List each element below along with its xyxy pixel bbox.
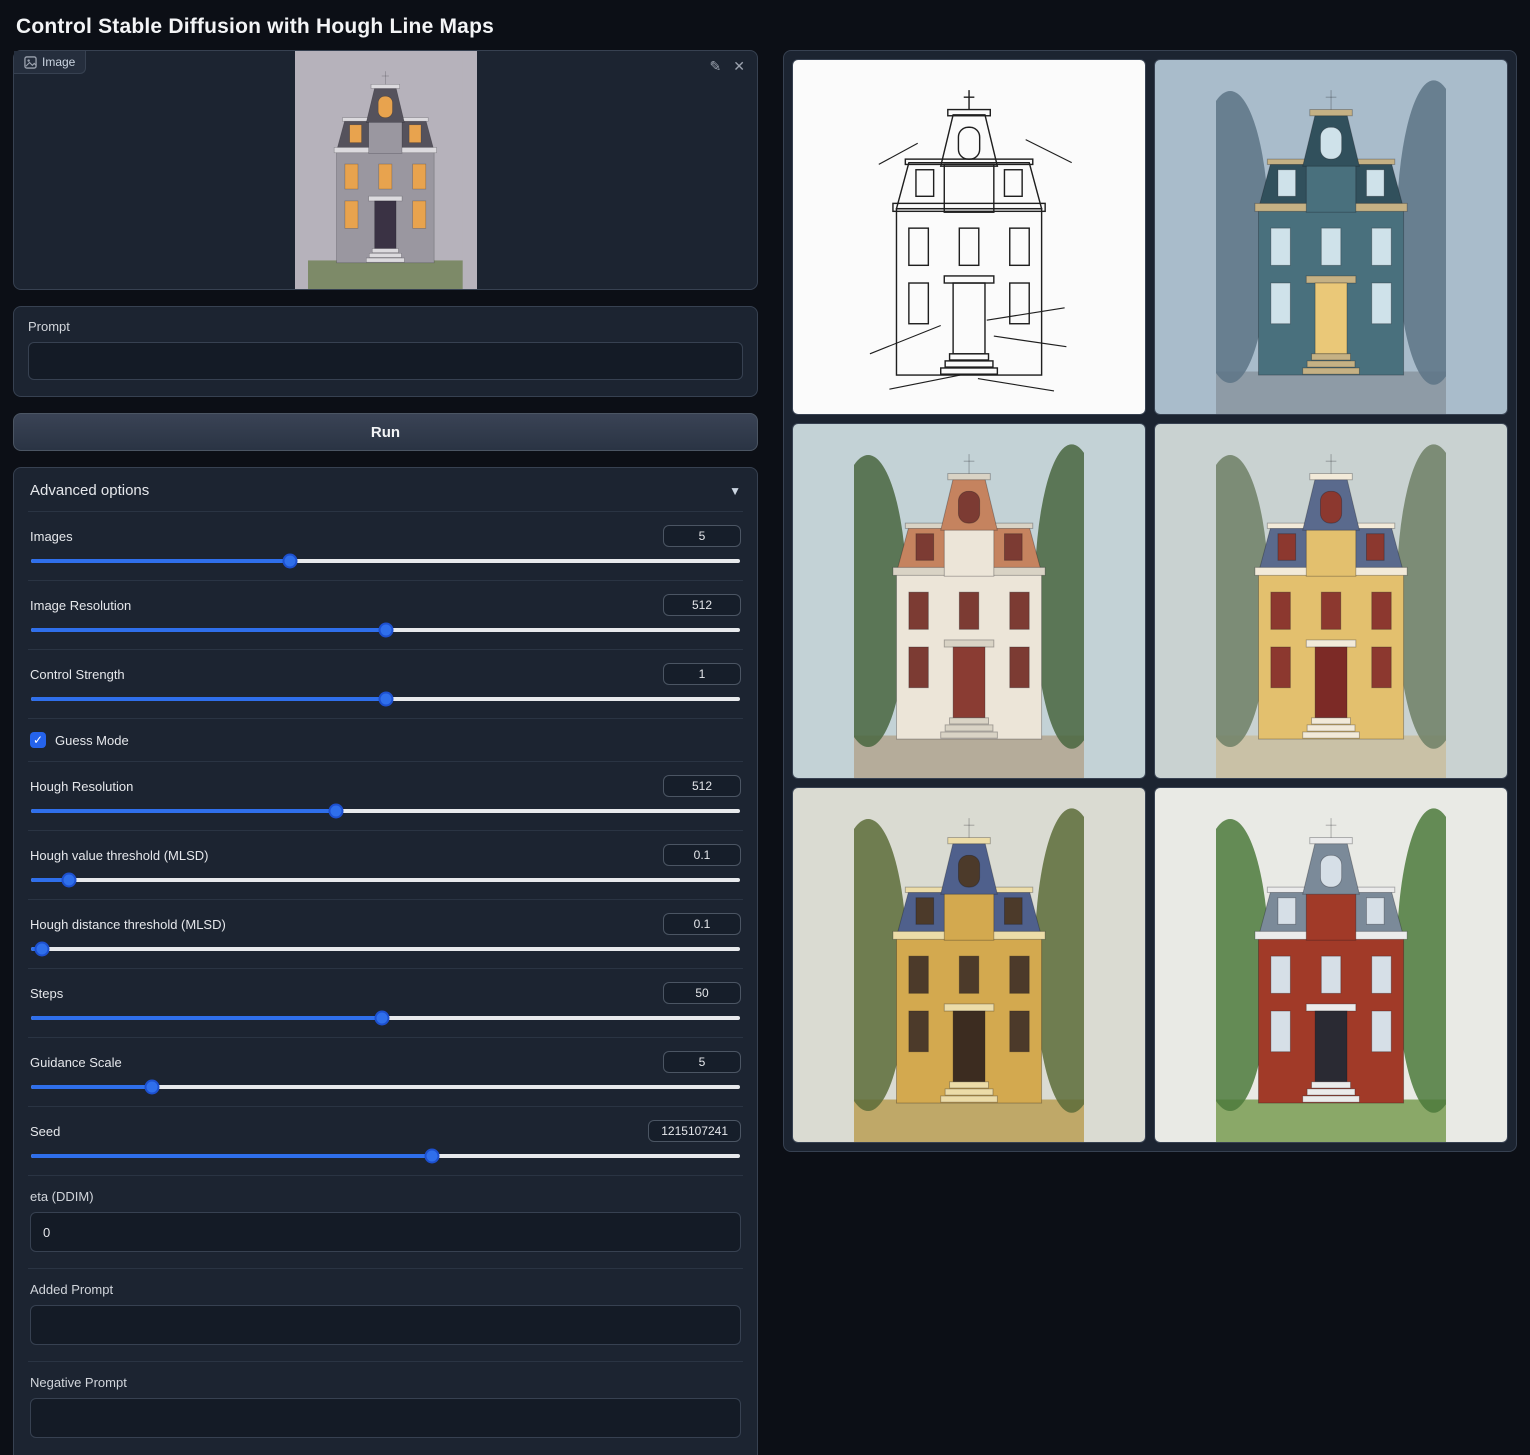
- slider-thumb[interactable]: [425, 1149, 440, 1164]
- gallery-item-result-3[interactable]: [1154, 423, 1508, 779]
- added-prompt-input[interactable]: [30, 1305, 741, 1345]
- advanced-options-title: Advanced options: [30, 482, 149, 499]
- image-icon: [24, 56, 37, 69]
- slider-thumb[interactable]: [35, 942, 50, 957]
- slider-value[interactable]: 0.1: [663, 844, 741, 866]
- slider-thumb[interactable]: [378, 692, 393, 707]
- slider-track[interactable]: [31, 1016, 740, 1020]
- slider-label: Images: [30, 529, 73, 544]
- slider-seed: Seed 1215107241: [28, 1106, 743, 1175]
- advanced-options: Advanced options ▼ Images 5 Image R: [13, 467, 758, 1455]
- chevron-down-icon[interactable]: ▼: [729, 484, 741, 498]
- eta-input[interactable]: [30, 1212, 741, 1252]
- image-input-label: Image: [14, 51, 86, 74]
- slider-label: Hough Resolution: [30, 779, 133, 794]
- clear-image-icon[interactable]: ✕: [733, 59, 745, 73]
- slider-images: Images 5: [28, 511, 743, 580]
- slider-thumb[interactable]: [282, 554, 297, 569]
- negative-prompt-field: Negative Prompt: [28, 1361, 743, 1454]
- page-title: Control Stable Diffusion with Hough Line…: [13, 0, 1517, 50]
- slider-value[interactable]: 0.1: [663, 913, 741, 935]
- slider-guidance-scale: Guidance Scale 5: [28, 1037, 743, 1106]
- slider-thumb[interactable]: [374, 1011, 389, 1026]
- slider-hough-value-threshold: Hough value threshold (MLSD) 0.1: [28, 830, 743, 899]
- slider-thumb[interactable]: [378, 623, 393, 638]
- eta-label: eta (DDIM): [30, 1189, 741, 1204]
- slider-label: Guidance Scale: [30, 1055, 122, 1070]
- controls-column: Image ✎ ✕: [13, 50, 758, 1455]
- slider-steps: Steps 50: [28, 968, 743, 1037]
- slider-label: Hough distance threshold (MLSD): [30, 917, 226, 932]
- negative-prompt-input[interactable]: [30, 1398, 741, 1438]
- advanced-options-header[interactable]: Advanced options ▼: [28, 468, 743, 511]
- input-image-preview[interactable]: [295, 51, 477, 289]
- slider-thumb[interactable]: [328, 804, 343, 819]
- slider-track[interactable]: [31, 559, 740, 563]
- negative-prompt-label: Negative Prompt: [30, 1375, 741, 1390]
- slider-track[interactable]: [31, 809, 740, 813]
- slider-track[interactable]: [31, 878, 740, 882]
- slider-thumb[interactable]: [61, 873, 76, 888]
- added-prompt-label: Added Prompt: [30, 1282, 741, 1297]
- edit-image-icon[interactable]: ✎: [710, 59, 722, 73]
- slider-track[interactable]: [31, 628, 740, 632]
- slider-track[interactable]: [31, 1154, 740, 1158]
- gallery-item-hough-line-map[interactable]: [792, 59, 1146, 415]
- prompt-label: Prompt: [28, 319, 743, 334]
- slider-control-strength: Control Strength 1: [28, 649, 743, 718]
- run-button[interactable]: Run: [13, 413, 758, 451]
- added-prompt-field: Added Prompt: [28, 1268, 743, 1361]
- slider-label: Image Resolution: [30, 598, 131, 613]
- output-gallery: [783, 50, 1517, 1152]
- slider-track[interactable]: [31, 947, 740, 951]
- slider-value[interactable]: 512: [663, 594, 741, 616]
- slider-value[interactable]: 5: [663, 525, 741, 547]
- guess-mode-label: Guess Mode: [55, 733, 129, 748]
- gallery-item-result-2[interactable]: [792, 423, 1146, 779]
- slider-value[interactable]: 50: [663, 982, 741, 1004]
- prompt-block: Prompt: [13, 306, 758, 397]
- slider-value[interactable]: 1: [663, 663, 741, 685]
- prompt-input[interactable]: [28, 342, 743, 380]
- eta-field: eta (DDIM): [28, 1175, 743, 1268]
- results-column: [783, 50, 1517, 1152]
- image-input-label-text: Image: [42, 55, 75, 69]
- gallery-item-result-4[interactable]: [792, 787, 1146, 1143]
- slider-image-resolution: Image Resolution 512: [28, 580, 743, 649]
- gallery-item-result-1[interactable]: [1154, 59, 1508, 415]
- slider-track[interactable]: [31, 1085, 740, 1089]
- slider-hough-distance-threshold: Hough distance threshold (MLSD) 0.1: [28, 899, 743, 968]
- app-root: Control Stable Diffusion with Hough Line…: [0, 0, 1530, 1455]
- slider-label: Seed: [30, 1124, 60, 1139]
- slider-value[interactable]: 512: [663, 775, 741, 797]
- slider-label: Steps: [30, 986, 63, 1001]
- slider-thumb[interactable]: [144, 1080, 159, 1095]
- slider-value[interactable]: 5: [663, 1051, 741, 1073]
- slider-track[interactable]: [31, 697, 740, 701]
- guess-mode-checkbox[interactable]: ✓: [30, 732, 46, 748]
- image-input[interactable]: Image ✎ ✕: [13, 50, 758, 290]
- gallery-item-result-5[interactable]: [1154, 787, 1508, 1143]
- slider-label: Control Strength: [30, 667, 125, 682]
- slider-hough-resolution: Hough Resolution 512: [28, 761, 743, 830]
- guess-mode-row: ✓ Guess Mode: [28, 718, 743, 761]
- slider-value[interactable]: 1215107241: [648, 1120, 741, 1142]
- slider-label: Hough value threshold (MLSD): [30, 848, 208, 863]
